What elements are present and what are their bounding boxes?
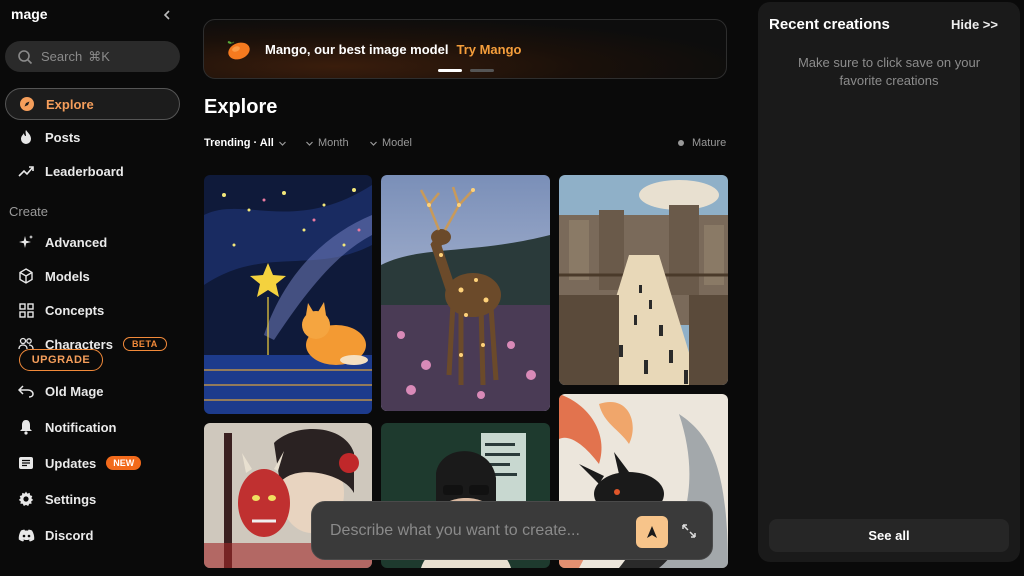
gear-icon (17, 490, 35, 508)
nav-explore[interactable]: Explore (5, 88, 180, 120)
nav-models[interactable]: Models (5, 260, 180, 292)
month-filter-label: Month (318, 137, 349, 149)
send-arrow-icon (647, 526, 657, 538)
gallery-item-star-cat[interactable] (204, 175, 372, 414)
banner-message: Mango, our best image model (265, 42, 449, 57)
create-section-label: Create (9, 204, 49, 219)
nav-old-mage[interactable]: Old Mage (5, 375, 180, 407)
hide-panel-button[interactable]: Hide >> (951, 17, 998, 32)
nav-explore-label: Explore (46, 96, 94, 112)
chevron-down-icon (370, 141, 377, 146)
recent-creations-panel: Recent creations Hide >> Make sure to cl… (758, 2, 1020, 562)
generate-button[interactable] (636, 516, 668, 548)
nav-advanced-label: Advanced (45, 234, 108, 250)
see-all-button[interactable]: See all (769, 519, 1009, 552)
app-root: mage Search ⌘K Explore Posts Leaderboard (0, 0, 1024, 576)
flame-icon (17, 128, 35, 146)
nav-models-label: Models (45, 268, 90, 284)
nav-concepts-label: Concepts (45, 302, 105, 318)
nav-leaderboard-label: Leaderboard (45, 163, 124, 179)
collapse-sidebar-icon[interactable] (160, 6, 174, 24)
compass-icon (18, 95, 36, 113)
mature-toggle-dot (678, 140, 684, 146)
nav-notification[interactable]: Notification (5, 411, 180, 443)
search-label: Search (41, 49, 83, 64)
nav-discord-label: Discord (45, 527, 94, 543)
discord-icon (17, 526, 35, 544)
bell-icon (17, 418, 35, 436)
sparkles-icon (17, 233, 35, 251)
undo-icon (17, 382, 35, 400)
prompt-bar (311, 501, 713, 560)
model-filter[interactable]: Model (369, 137, 412, 149)
upgrade-button[interactable]: UPGRADE (19, 349, 103, 371)
nav-notification-label: Notification (45, 419, 117, 435)
news-icon (17, 454, 35, 472)
chevron-down-icon (306, 141, 313, 146)
nav-settings[interactable]: Settings (5, 483, 180, 515)
expand-icon[interactable] (680, 522, 698, 540)
banner-pagination (438, 69, 494, 72)
nav-settings-label: Settings (45, 491, 97, 507)
trending-filter-label: Trending · All (204, 137, 274, 149)
mango-icon (226, 38, 252, 65)
chevron-down-icon (278, 141, 286, 146)
grid-icon (17, 301, 35, 319)
nav-advanced[interactable]: Advanced (5, 226, 180, 258)
nav-updates[interactable]: Updates NEW (5, 447, 180, 479)
nav-posts-label: Posts (45, 129, 81, 145)
trending-filter[interactable]: Trending · All (204, 137, 287, 149)
nav-updates-label: Updates (45, 455, 97, 471)
mature-toggle[interactable]: Mature (678, 137, 726, 149)
nav-leaderboard[interactable]: Leaderboard (5, 155, 180, 187)
beta-badge: BETA (122, 337, 167, 351)
gallery-item-city-bridge[interactable] (559, 175, 728, 385)
try-mango-link[interactable]: Try Mango (456, 42, 521, 57)
logo[interactable]: mage (11, 6, 48, 22)
sidebar: mage Search ⌘K Explore Posts Leaderboard (0, 0, 188, 576)
banner-text: Mango, our best image model Try Mango (265, 42, 521, 57)
prompt-input[interactable] (330, 520, 630, 542)
nav-discord[interactable]: Discord (5, 519, 180, 551)
filter-bar: Trending · All Month Model Mature (204, 137, 727, 151)
search-icon (18, 49, 33, 64)
search-shortcut: ⌘K (88, 48, 110, 64)
month-filter[interactable]: Month (305, 137, 349, 149)
new-badge: NEW (106, 456, 142, 470)
nav-concepts[interactable]: Concepts (5, 294, 180, 326)
nav-old-mage-label: Old Mage (45, 383, 104, 399)
nav-posts[interactable]: Posts (5, 121, 180, 153)
cube-icon (17, 267, 35, 285)
recent-creations-title: Recent creations (769, 16, 890, 33)
gallery-item-glowing-deer[interactable] (381, 175, 550, 411)
promo-banner[interactable]: Mango, our best image model Try Mango (203, 19, 727, 79)
page-title: Explore (204, 96, 278, 118)
banner-dot-1[interactable] (438, 69, 462, 72)
mature-toggle-label: Mature (692, 137, 727, 149)
model-filter-label: Model (382, 137, 412, 149)
recent-creations-hint: Make sure to click save on your favorite… (797, 55, 981, 88)
search-button[interactable]: Search ⌘K (5, 41, 180, 72)
trending-up-icon (17, 162, 35, 180)
banner-dot-2[interactable] (470, 69, 494, 72)
